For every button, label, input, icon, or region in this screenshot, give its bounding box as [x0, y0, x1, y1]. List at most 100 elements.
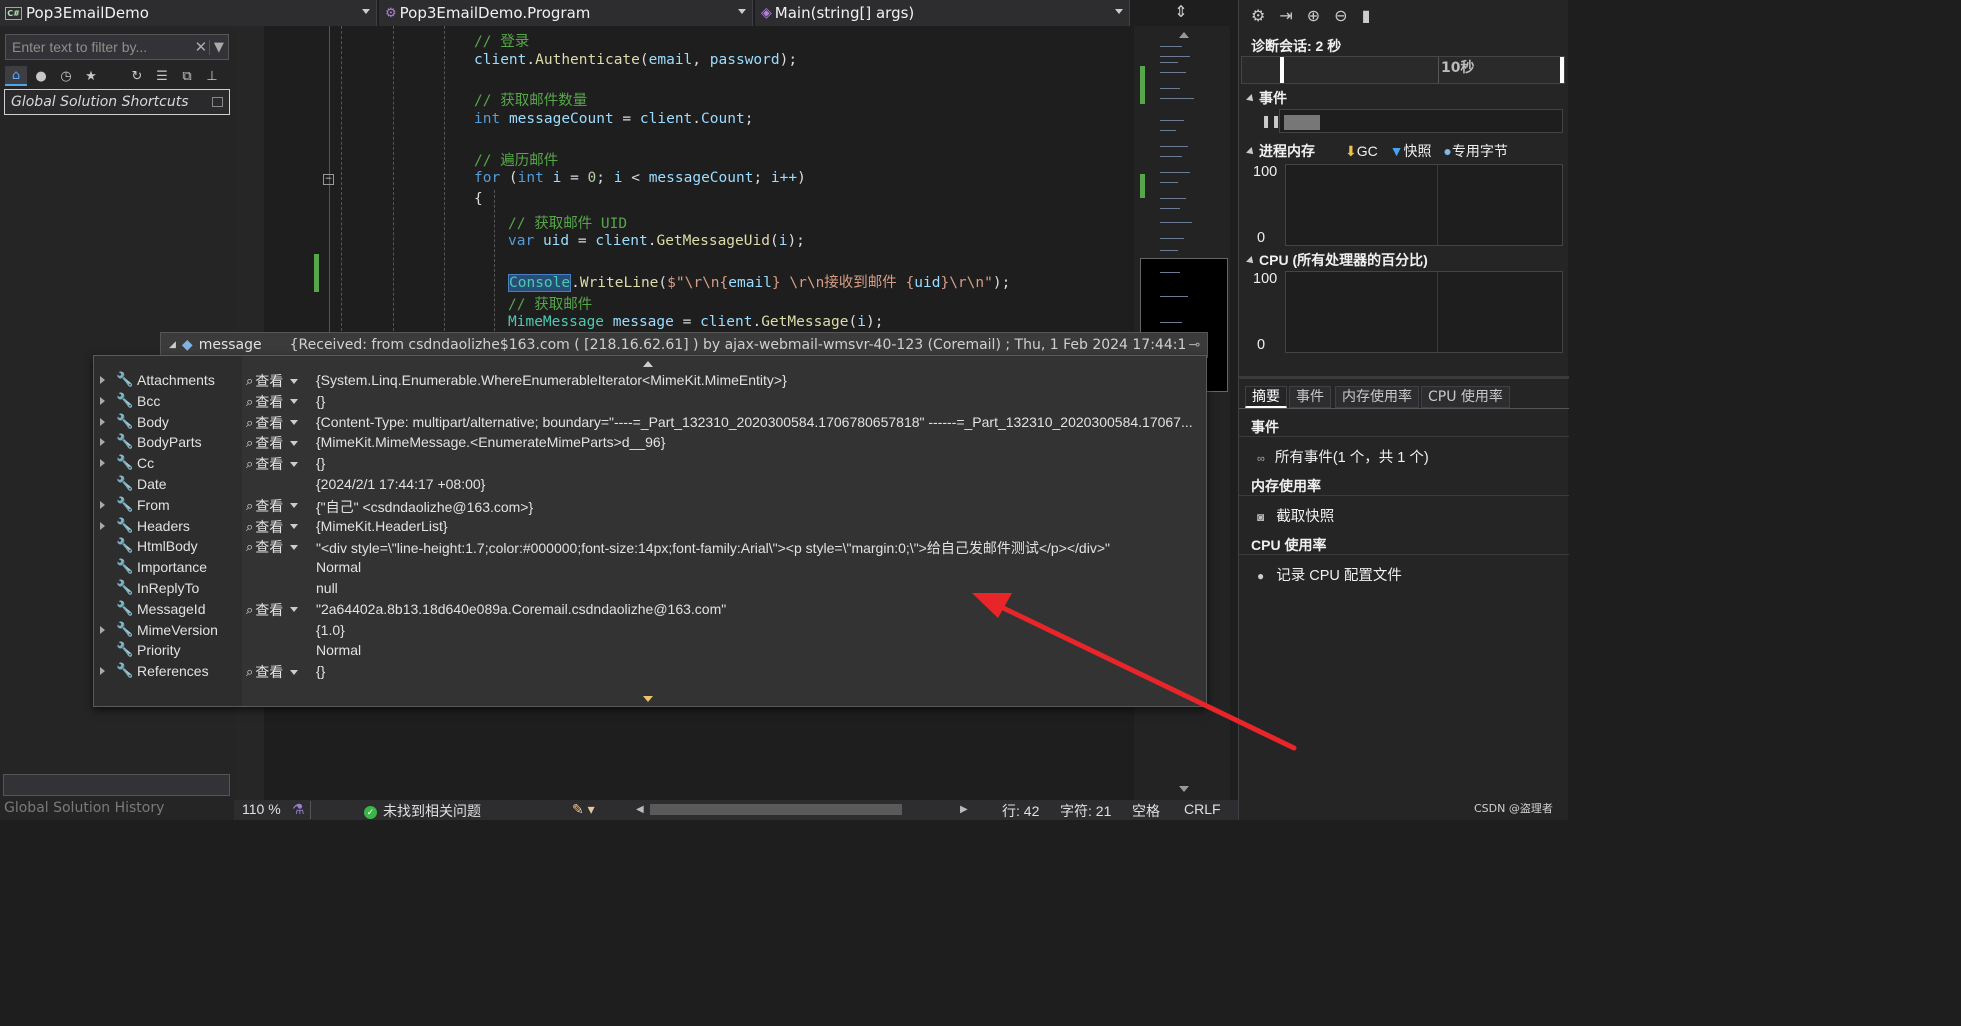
funnel-icon[interactable]: ▼	[208, 39, 228, 55]
view-visualizer-button[interactable]: ⌕ 查看	[246, 413, 299, 433]
project-dropdown[interactable]: C# Pop3EmailDemo	[0, 0, 377, 26]
filter-input[interactable]	[6, 35, 193, 59]
datatip-row[interactable]: 🔧 MessageId ⌕ 查看 "2a64402a.8b13.18d640e089a.…	[94, 600, 1206, 621]
property-name: Attachments	[137, 372, 215, 388]
expand-arrow-icon[interactable]	[100, 500, 105, 509]
splitter[interactable]	[1239, 376, 1569, 379]
datatip-row[interactable]: 🔧 MimeVersion {1.0}	[94, 621, 1206, 642]
scroll-down-icon[interactable]	[1179, 786, 1189, 792]
scroll-down-icon[interactable]	[643, 696, 653, 702]
history-combo[interactable]	[3, 774, 230, 796]
collapse-icon[interactable]: ⧉	[176, 66, 198, 86]
view-visualizer-button[interactable]: ⌕ 查看	[246, 454, 299, 474]
tab-memory-usage[interactable]: 内存使用率	[1335, 386, 1419, 408]
pin-icon[interactable]: ⊸	[1189, 337, 1201, 353]
pin-icon[interactable]: ⊥	[201, 66, 223, 86]
cleanup-brush-icon[interactable]: ✎ ▾	[572, 801, 595, 818]
datatip-row[interactable]: 🔧 From ⌕ 查看 {"自己" <csdndaolizhe@163.com>}	[94, 496, 1206, 517]
line-ending[interactable]: CRLF	[1184, 801, 1221, 817]
refresh-icon[interactable]: ↻	[126, 66, 148, 86]
global-solution-shortcuts[interactable]: Global Solution Shortcuts	[4, 89, 230, 115]
copilot-icon[interactable]: ⚗	[292, 801, 305, 818]
star-icon[interactable]: ★	[80, 66, 102, 86]
datatip-row[interactable]: 🔧 BodyParts ⌕ 查看 {MimeKit.MimeMessage.<Enume…	[94, 433, 1206, 454]
clock-icon[interactable]: ◷	[55, 66, 77, 86]
expand-arrow-icon[interactable]	[100, 417, 105, 426]
expand-arrow-icon[interactable]	[100, 376, 105, 384]
datatip-row[interactable]: 🔧 HtmlBody ⌕ 查看 "<div style=\"line-height:1.…	[94, 537, 1206, 558]
scroll-up-icon[interactable]	[1179, 32, 1189, 38]
event-bar[interactable]	[1284, 115, 1320, 130]
close-icon[interactable]: ✕	[193, 38, 209, 56]
memory-chart[interactable]	[1285, 164, 1563, 246]
zoom-out-icon[interactable]: ⊖	[1334, 6, 1347, 25]
char-number[interactable]: 字符: 21	[1060, 801, 1111, 821]
settings-icon[interactable]: ⚙	[1251, 6, 1265, 25]
datatip-row[interactable]: 🔧 InReplyTo null	[94, 579, 1206, 600]
diagnostic-tools-pane: ⚙ ⇥ ⊕ ⊖ ▮ 诊断会话: 2 秒 10秒 事件 ❚❚ 进程内存 ⬇GC ▼…	[1238, 0, 1569, 820]
member-dropdown[interactable]: ◈ Main(string[] args)	[755, 0, 1130, 26]
indent-mode[interactable]: 空格	[1132, 801, 1160, 821]
list-icon[interactable]: ☰	[151, 66, 173, 86]
expand-arrow-icon[interactable]	[100, 667, 105, 676]
horizontal-scrollbar[interactable]	[650, 804, 902, 815]
expand-arrow-icon[interactable]	[100, 396, 105, 405]
expand-arrow-icon[interactable]	[100, 438, 105, 447]
scroll-up-icon[interactable]	[643, 361, 653, 367]
split-editor-icon[interactable]: ⇕	[1168, 2, 1194, 24]
timeline-end-marker[interactable]	[1560, 57, 1564, 83]
reset-zoom-icon[interactable]: ▮	[1362, 6, 1371, 25]
pause-icon[interactable]: ❚❚	[1261, 114, 1281, 128]
view-visualizer-button[interactable]: ⌕ 查看	[246, 662, 299, 682]
datatip-row[interactable]: 🔧 Date {2024/2/1 17:44:17 +08:00}	[94, 475, 1206, 496]
datatip-row[interactable]: 🔧 Headers ⌕ 查看 {MimeKit.HeaderList}	[94, 517, 1206, 538]
tab-cpu-usage[interactable]: CPU 使用率	[1421, 386, 1510, 408]
scroll-left-icon[interactable]: ◀	[636, 804, 644, 815]
collapse-triangle-icon[interactable]: ◢	[169, 340, 176, 350]
record-cpu-profile-button[interactable]: ● 记录 CPU 配置文件	[1257, 564, 1402, 585]
tab-summary[interactable]: 摘要	[1245, 386, 1287, 408]
view-visualizer-button[interactable]: ⌕ 查看	[246, 496, 299, 516]
datatip-row[interactable]: 🔧 Importance Normal	[94, 558, 1206, 579]
issues-indicator[interactable]: ✓ 未找到相关问题	[364, 801, 481, 821]
zoom-level[interactable]: 110 %	[242, 801, 281, 817]
scroll-right-icon[interactable]: ▶	[960, 804, 968, 815]
view-visualizer-button[interactable]: ⌕ 查看	[246, 537, 299, 557]
class-dropdown[interactable]: ⚙ Pop3EmailDemo.Program	[379, 0, 753, 26]
cpu-chart[interactable]	[1285, 271, 1563, 353]
events-track[interactable]	[1279, 109, 1563, 133]
expand-arrow-icon[interactable]	[100, 625, 105, 634]
timeline-start-marker[interactable]	[1280, 57, 1284, 83]
view-visualizer-button[interactable]: ⌕ 查看	[246, 371, 299, 391]
memory-legend: ⬇GC ▼快照 ●专用字节	[1345, 143, 1508, 159]
view-visualizer-button[interactable]: ⌕ 查看	[246, 600, 299, 620]
tab-events[interactable]: 事件	[1289, 386, 1331, 408]
take-snapshot-button[interactable]: ◙ 截取快照	[1257, 505, 1334, 526]
datatip-row[interactable]: 🔧 Body ⌕ 查看 {Content-Type: multipart/alterna…	[94, 413, 1206, 434]
all-events-link[interactable]: ∞ 所有事件(1 个，共 1 个)	[1257, 446, 1429, 467]
datatip-row[interactable]: 🔧 Priority Normal	[94, 641, 1206, 662]
zoom-in-icon[interactable]: ⊕	[1307, 6, 1320, 25]
export-icon[interactable]: ⇥	[1279, 6, 1292, 25]
timeline-ruler[interactable]: 10秒	[1241, 56, 1565, 84]
datatip-row[interactable]: 🔧 Cc ⌕ 查看 {}	[94, 454, 1206, 475]
view-visualizer-button[interactable]: ⌕ 查看	[246, 392, 299, 412]
expand-arrow-icon[interactable]	[100, 521, 105, 530]
datatip-var-name: message	[198, 337, 262, 353]
chart-gridline	[1437, 165, 1438, 245]
line-number[interactable]: 行: 42	[1002, 801, 1039, 821]
events-section-title[interactable]: 事件	[1246, 88, 1287, 108]
view-visualizer-button[interactable]: ⌕ 查看	[246, 433, 299, 453]
user-icon[interactable]: ●	[30, 66, 52, 86]
collapse-toggle[interactable]: −	[323, 174, 334, 185]
datatip-row[interactable]: 🔧 Bcc ⌕ 查看 {}	[94, 392, 1206, 413]
expand-arrow-icon[interactable]	[100, 459, 105, 468]
datatip-row[interactable]: 🔧 Attachments ⌕ 查看 {System.Linq.Enumerable.W…	[94, 371, 1206, 392]
memory-section-title[interactable]: 进程内存	[1246, 141, 1315, 161]
home-icon[interactable]: ⌂	[5, 66, 27, 86]
cpu-section-title[interactable]: CPU (所有处理器的百分比)	[1246, 250, 1428, 270]
datatip-row[interactable]: 🔧 References ⌕ 查看 {}	[94, 662, 1206, 683]
snapshot-marker-icon: ▼	[1389, 143, 1404, 159]
view-visualizer-button[interactable]: ⌕ 查看	[246, 517, 299, 537]
minimap-line	[1160, 46, 1182, 47]
